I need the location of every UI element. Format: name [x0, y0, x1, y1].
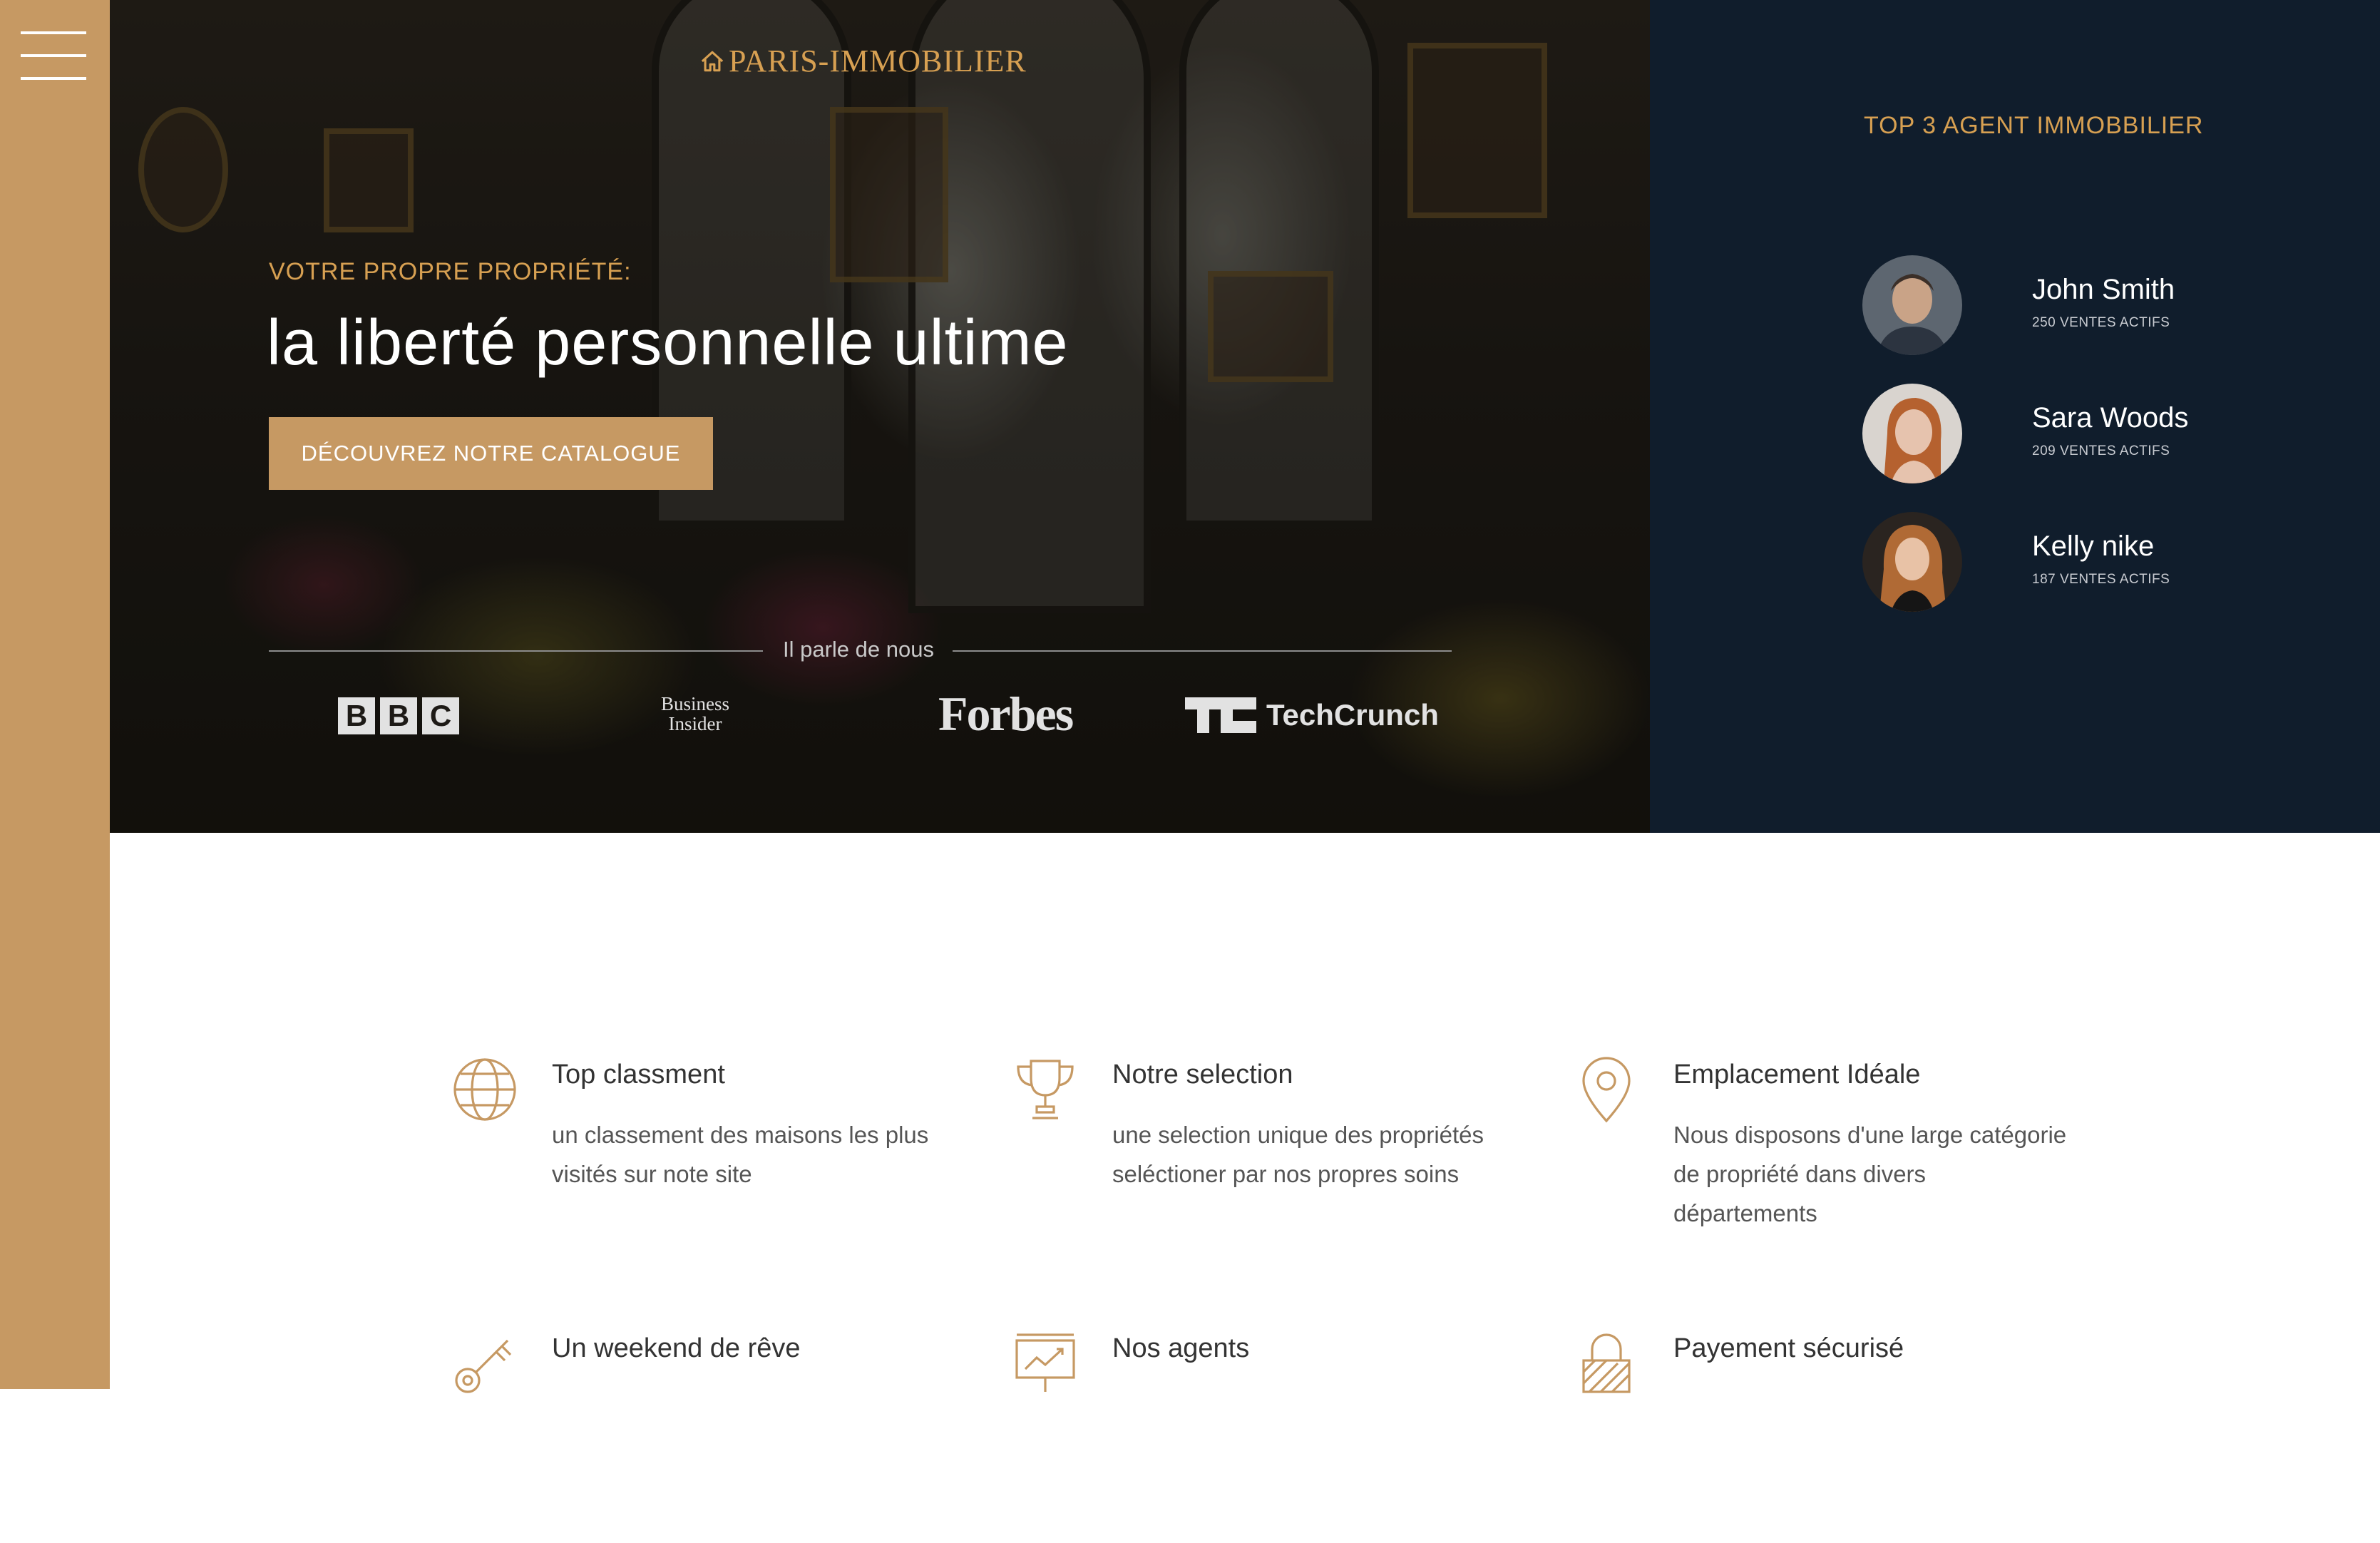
agent-name: John Smith: [2032, 274, 2175, 305]
feature-item: Emplacement Idéale Nous disposons d'une …: [1572, 1055, 2071, 1269]
feature-description: Nous disposons d'une large catégorie de …: [1673, 1122, 2067, 1226]
feature-item: Notre selection une selection unique des…: [1011, 1055, 1510, 1269]
agent-name: Kelly nike: [2032, 530, 2155, 562]
site-logo[interactable]: PARIS-IMMOBILIER: [700, 43, 1027, 79]
agent-sales: 250 VENTES ACTIFS: [2032, 315, 2170, 330]
business-insider-logo: Business Insider: [661, 693, 730, 734]
feature-title: Payement sécurisé: [1673, 1333, 1904, 1363]
key-icon: [455, 1339, 512, 1393]
feature-item: Top classment un classement des maisons …: [451, 1055, 950, 1269]
menu-icon[interactable]: [21, 31, 86, 81]
hero-section: PARIS-IMMOBILIER VOTRE PROPRE PROPRIÉTÉ:…: [110, 0, 1650, 833]
techcrunch-logo: TechCrunch: [1185, 697, 1439, 733]
globe-icon: [453, 1058, 516, 1121]
map-pin-icon: [1582, 1057, 1631, 1123]
feature-item: Payement sécurisé: [1572, 1329, 2071, 1543]
top-agents-panel: TOP 3 AGENT IMMOBBILIER John Smith 250 V…: [1650, 0, 2380, 833]
menu-bar: [21, 31, 86, 34]
avatar: [1862, 512, 1962, 612]
hero-headline: la liberté personnelle ultime: [267, 307, 1069, 379]
feature-item: Un weekend de rêve: [451, 1329, 950, 1543]
agent-sales: 187 VENTES ACTIFS: [2032, 572, 2170, 587]
feature-item: Nos agents: [1011, 1329, 1510, 1543]
feature-title: Notre selection: [1112, 1060, 1293, 1090]
menu-bar: [21, 77, 86, 80]
hero-eyebrow: VOTRE PROPRE PROPRIÉTÉ:: [269, 258, 632, 285]
house-icon: [701, 51, 724, 71]
menu-bar: [21, 54, 86, 57]
feature-description: une selection unique des propriétés selé…: [1112, 1122, 1484, 1187]
feature-title: Nos agents: [1112, 1333, 1250, 1363]
presentation-chart-icon: [1015, 1333, 1075, 1392]
avatar: [1862, 255, 1962, 355]
agent-card[interactable]: Kelly nike 187 VENTES ACTIFS: [1862, 512, 2262, 612]
feature-title: Top classment: [552, 1060, 725, 1090]
trophy-icon: [1017, 1060, 1074, 1119]
feature-description: un classement des maisons les plus visit…: [552, 1122, 929, 1187]
feature-title: Emplacement Idéale: [1673, 1060, 1921, 1090]
feature-title: Un weekend de rêve: [552, 1333, 801, 1363]
techcrunch-icon: [1185, 697, 1256, 733]
hero-content: PARIS-IMMOBILIER VOTRE PROPRE PROPRIÉTÉ:…: [110, 0, 1650, 833]
divider: [269, 650, 763, 652]
logo-text: PARIS-IMMOBILIER: [729, 43, 1027, 78]
padlock-icon: [1582, 1333, 1631, 1393]
catalogue-button[interactable]: DÉCOUVREZ NOTRE CATALOGUE: [269, 417, 713, 490]
agents-title: TOP 3 AGENT IMMOBBILIER: [1864, 112, 2204, 139]
divider: [953, 650, 1452, 652]
agent-card[interactable]: Sara Woods 209 VENTES ACTIFS: [1862, 384, 2262, 483]
agent-sales: 209 VENTES ACTIFS: [2032, 444, 2170, 458]
avatar: [1862, 384, 1962, 483]
press-label: Il parle de nous: [783, 637, 934, 662]
sidebar: [0, 0, 110, 1389]
agent-card[interactable]: John Smith 250 VENTES ACTIFS: [1862, 255, 2262, 355]
bbc-logo: BBC: [338, 697, 459, 734]
forbes-logo: Forbes: [938, 687, 1074, 741]
agent-name: Sara Woods: [2032, 402, 2189, 434]
